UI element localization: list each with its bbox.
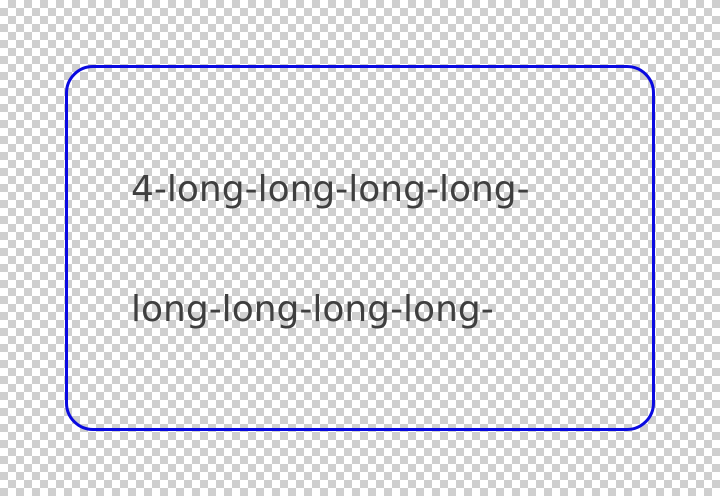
text-line-1: 4-long-long-long-long- — [131, 169, 530, 210]
text-card: 4-long-long-long-long- long-long-long-lo… — [65, 65, 655, 431]
text-line-2: long-long-long-long- — [131, 289, 494, 330]
